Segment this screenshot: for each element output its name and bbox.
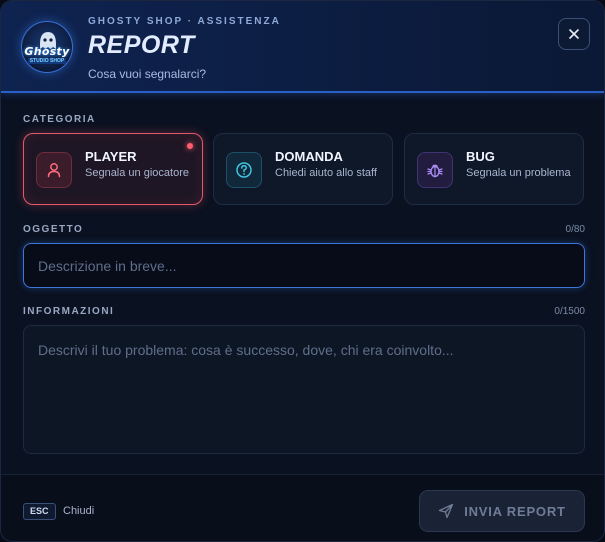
close-icon (569, 29, 579, 39)
modal-footer: ESC Chiudi INVIA REPORT (1, 474, 604, 541)
esc-key-badge: ESC (23, 503, 56, 520)
details-textarea[interactable] (23, 325, 585, 454)
details-label: INFORMAZIONI (23, 306, 115, 317)
category-desc: Chiedi aiuto allo staff (275, 167, 377, 179)
subject-counter: 0/80 (565, 224, 585, 235)
close-button[interactable] (558, 18, 590, 50)
selected-indicator (187, 143, 193, 149)
bug-icon (417, 152, 453, 188)
subject-label: OGGETTO (23, 224, 84, 235)
category-desc: Segnala un giocatore (85, 167, 189, 179)
question-icon (226, 152, 262, 188)
category-bug[interactable]: BUG Segnala un problema (404, 133, 584, 205)
category-label: CATEGORIA (23, 114, 96, 125)
submit-report-button[interactable]: INVIA REPORT (419, 490, 585, 532)
page-title: REPORT (88, 31, 195, 59)
details-counter: 0/1500 (554, 306, 585, 317)
close-hint: Chiudi (63, 505, 95, 517)
user-icon (36, 152, 72, 188)
page-subtitle: Cosa vuoi segnalarci? (88, 67, 207, 81)
category-domanda[interactable]: DOMANDA Chiedi aiuto allo staff (213, 133, 393, 205)
category-title: PLAYER (85, 149, 137, 164)
logo-text: Ghosty (24, 44, 70, 58)
category-title: BUG (466, 149, 495, 164)
ghosty-shop-logo: Ghosty STUDIO SHOP (21, 21, 73, 73)
submit-label: INVIA REPORT (464, 503, 566, 519)
report-modal: Ghosty STUDIO SHOP GHOSTY SHOP · ASSISTE… (0, 0, 605, 542)
brand-label: GHOSTY SHOP · ASSISTENZA (88, 16, 281, 27)
category-player[interactable]: PLAYER Segnala un giocatore (23, 133, 203, 205)
category-desc: Segnala un problema (466, 167, 571, 179)
send-icon (439, 503, 454, 519)
modal-header: Ghosty STUDIO SHOP GHOSTY SHOP · ASSISTE… (1, 1, 604, 93)
subject-input[interactable] (23, 243, 585, 288)
category-title: DOMANDA (275, 149, 343, 164)
logo-subtext: STUDIO SHOP (27, 57, 67, 64)
